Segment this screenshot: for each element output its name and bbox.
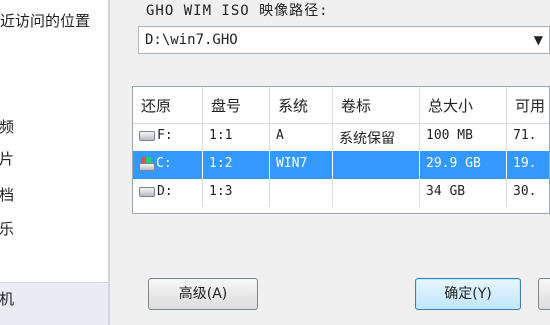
available-cell: 30. <box>513 184 537 199</box>
nav-item-recent[interactable]: 近访问的位置 <box>0 10 90 31</box>
nav-item-videos[interactable]: 视频 <box>0 116 14 137</box>
partial-button[interactable] <box>538 278 550 310</box>
windows-drive-icon <box>139 156 155 171</box>
column-header-volume-label[interactable]: 卷标 <box>333 87 420 123</box>
volume-label-cell: 系统保留 <box>333 123 420 151</box>
nav-item-pictures[interactable]: 图片 <box>0 148 14 169</box>
ghost-restore-dialog: GHO WIM ISO 映像路径: D:\win7.GHO ▼ 还原 盘号 系统… <box>110 0 550 325</box>
image-path-combobox[interactable]: D:\win7.GHO ▼ <box>138 26 550 54</box>
partition-table: 还原 盘号 系统 卷标 总大小 可用 F: 1:1 A 系统保留 100 MB … <box>132 86 550 214</box>
total-size-cell: 34 GB <box>420 179 507 207</box>
nav-bottom-bar <box>0 282 108 325</box>
drive-icon <box>139 186 155 197</box>
total-size-cell: 100 MB <box>420 123 507 151</box>
column-header-system[interactable]: 系统 <box>270 87 333 123</box>
image-path-label: GHO WIM ISO 映像路径: <box>146 3 329 19</box>
table-header: 还原 盘号 系统 卷标 总大小 可用 <box>133 87 549 124</box>
file-browser-panel: 近访问的位置 视频 图片 文档 音乐 算机 <box>0 0 108 325</box>
system-cell: A <box>270 123 333 151</box>
volume-label-cell <box>333 179 420 207</box>
column-header-total-size[interactable]: 总大小 <box>420 87 507 123</box>
drive-cell: C: <box>133 151 203 179</box>
column-header-available[interactable]: 可用 <box>507 87 549 123</box>
nav-item-computer[interactable]: 算机 <box>0 288 14 309</box>
available-cell: 19. <box>513 156 537 171</box>
available-cell: 71. <box>513 128 537 143</box>
column-header-disk-number[interactable]: 盘号 <box>203 87 270 123</box>
drive-cell: D: <box>133 179 203 207</box>
disk-number-cell: 1:3 <box>203 179 270 207</box>
column-header-restore[interactable]: 还原 <box>133 87 203 123</box>
advanced-button[interactable]: 高级(A) <box>148 278 258 310</box>
volume-label-cell <box>333 151 420 179</box>
drive-cell: F: <box>133 123 203 151</box>
dropdown-arrow-icon[interactable]: ▼ <box>534 33 543 47</box>
nav-item-music[interactable]: 音乐 <box>0 218 14 239</box>
table-row[interactable]: F: 1:1 A 系统保留 100 MB 71. <box>133 123 549 151</box>
disk-number-cell: 1:2 <box>203 151 270 179</box>
drive-icon <box>139 130 155 141</box>
system-cell: WIN7 <box>270 151 333 179</box>
nav-item-documents[interactable]: 文档 <box>0 184 14 205</box>
system-cell <box>270 179 333 207</box>
ok-button[interactable]: 确定(Y) <box>415 278 521 310</box>
disk-number-cell: 1:1 <box>203 123 270 151</box>
total-size-cell: 29.9 GB <box>420 151 507 179</box>
table-row[interactable]: D: 1:3 34 GB 30. <box>133 179 549 207</box>
table-row-selected[interactable]: C: 1:2 WIN7 29.9 GB 19. <box>133 151 549 179</box>
image-path-value[interactable]: D:\win7.GHO <box>145 32 238 48</box>
